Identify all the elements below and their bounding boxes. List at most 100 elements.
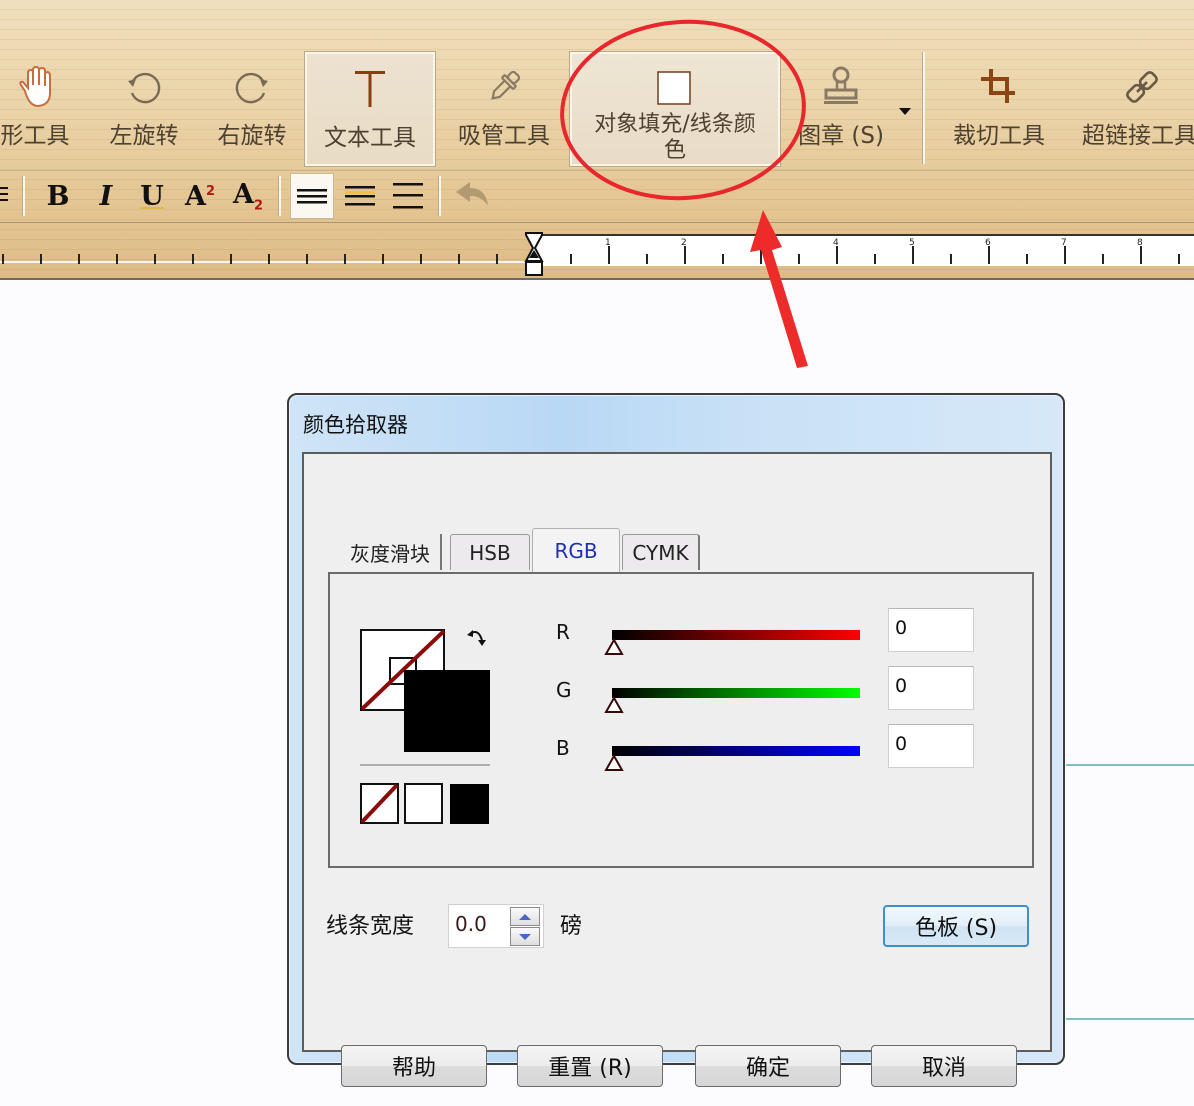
document-line bbox=[1066, 1018, 1194, 1020]
button-label: 确定 bbox=[745, 1056, 790, 1081]
align-left-icon[interactable] bbox=[0, 184, 8, 208]
palette-button[interactable]: 色板 (S) bbox=[883, 905, 1029, 947]
tab-rgb[interactable]: RGB bbox=[532, 528, 620, 572]
tool-label-line1: 对象填充/线条颜 bbox=[594, 112, 756, 137]
tool-hand[interactable]: 形工具 bbox=[0, 52, 80, 166]
channel-value-input-g[interactable]: 0 bbox=[888, 666, 974, 710]
channel-slider-b[interactable] bbox=[612, 746, 860, 756]
ok-button[interactable]: 确定 bbox=[695, 1045, 841, 1087]
toolbar-separator bbox=[278, 176, 281, 216]
italic-icon: I bbox=[99, 180, 113, 212]
ruler-tick bbox=[382, 254, 384, 264]
ruler-tick bbox=[230, 254, 232, 264]
white-swatch[interactable] bbox=[404, 783, 443, 824]
ruler-tick bbox=[420, 254, 422, 264]
indent-marker-handle[interactable] bbox=[524, 232, 544, 276]
line-spacing-wide-icon bbox=[393, 183, 423, 209]
channel-label-b: B bbox=[556, 736, 570, 760]
channel-value-input-b[interactable]: 0 bbox=[888, 724, 974, 768]
tool-label: 图章 (S) bbox=[798, 123, 884, 149]
tool-fill-stroke-color[interactable]: 对象填充/线条颜 色 bbox=[569, 51, 781, 167]
ruler-tick bbox=[306, 254, 308, 264]
no-color-swatch[interactable] bbox=[360, 783, 399, 824]
ruler-tick bbox=[344, 254, 346, 264]
ruler-number: 6 bbox=[985, 238, 991, 248]
italic-button[interactable]: I bbox=[84, 173, 128, 219]
ruler-tick bbox=[496, 254, 498, 264]
main-toolbar: 形工具 左旋转 右旋转 文本工具 吸管工具 对象填充/线条颜 色 图章 (S) … bbox=[0, 0, 1194, 280]
tab-cymk[interactable]: CYMK bbox=[622, 534, 700, 570]
line-spacing-1-button[interactable] bbox=[338, 173, 382, 219]
ruler-tick bbox=[40, 254, 42, 264]
tool-label: 左旋转 bbox=[109, 123, 179, 149]
slider-thumb-r[interactable] bbox=[604, 638, 624, 656]
line-width-increment[interactable] bbox=[510, 907, 540, 926]
cancel-button[interactable]: 取消 bbox=[871, 1045, 1017, 1087]
button-label: 色板 (S) bbox=[914, 916, 998, 941]
line-width-decrement[interactable] bbox=[510, 927, 540, 946]
stamp-dropdown-arrow-icon[interactable] bbox=[898, 102, 912, 121]
color-picker-dialog: 颜色拾取器 灰度滑块 HSB RGB CYMK R 0 G 0 B 0 线条宽度… bbox=[287, 393, 1065, 1087]
tool-crop[interactable]: 裁切工具 bbox=[944, 52, 1054, 166]
ruler-number: 3 bbox=[757, 238, 763, 248]
channel-slider-g[interactable] bbox=[612, 688, 860, 698]
dialog-body: 灰度滑块 HSB RGB CYMK R 0 G 0 B 0 线条宽度 0.0 磅… bbox=[302, 452, 1052, 1087]
slider-thumb-g[interactable] bbox=[604, 696, 624, 714]
button-label: 重置 (R) bbox=[548, 1056, 632, 1081]
align-justify-button[interactable] bbox=[290, 173, 334, 219]
tab-hsb[interactable]: HSB bbox=[450, 534, 530, 570]
slider-thumb-b[interactable] bbox=[604, 754, 624, 772]
button-label: 帮助 bbox=[391, 1056, 436, 1081]
subscript-button[interactable]: A2 bbox=[226, 173, 270, 219]
chevron-up-icon bbox=[519, 913, 531, 920]
line-spacing-2-button[interactable] bbox=[386, 173, 430, 219]
ruler[interactable]: 1 2 3 4 5 6 7 8 bbox=[0, 232, 1194, 276]
underline-button[interactable]: U bbox=[130, 173, 174, 219]
tab-label: RGB bbox=[554, 538, 598, 563]
ruler-tick bbox=[912, 246, 914, 264]
tool-text[interactable]: 文本工具 bbox=[304, 51, 436, 167]
tab-label: 灰度滑块 bbox=[350, 541, 430, 566]
tool-row: 形工具 左旋转 右旋转 文本工具 吸管工具 对象填充/线条颜 色 图章 (S) … bbox=[0, 51, 1194, 167]
undo-icon[interactable] bbox=[452, 180, 492, 216]
ruler-number: 7 bbox=[1061, 238, 1067, 248]
ruler-tick bbox=[1026, 254, 1028, 264]
tool-hyperlink[interactable]: 超链接工具 bbox=[1082, 52, 1194, 166]
bold-button[interactable]: B bbox=[36, 173, 80, 219]
tab-label: CYMK bbox=[632, 540, 689, 565]
ruler-tick bbox=[1140, 246, 1142, 264]
crop-icon bbox=[979, 58, 1019, 116]
tool-rotate-left[interactable]: 左旋转 bbox=[98, 52, 190, 166]
swap-colors-icon[interactable] bbox=[466, 626, 490, 654]
ruler-tick bbox=[1178, 254, 1180, 264]
bold-icon: B bbox=[46, 180, 70, 212]
fill-color-swatch[interactable] bbox=[404, 670, 490, 752]
ruler-tick bbox=[570, 254, 572, 264]
tool-rotate-right[interactable]: 右旋转 bbox=[206, 52, 298, 166]
superscript-button[interactable]: A2 bbox=[178, 173, 222, 219]
ruler-tick bbox=[646, 254, 648, 264]
divider bbox=[0, 222, 1194, 223]
line-width-unit: 磅 bbox=[560, 914, 583, 939]
help-button[interactable]: 帮助 bbox=[341, 1045, 487, 1087]
stamp-icon bbox=[821, 58, 861, 116]
line-spacing-icon bbox=[345, 186, 375, 206]
ruler-tick bbox=[458, 254, 460, 264]
tool-label: 吸管工具 bbox=[458, 123, 550, 149]
ruler-tick bbox=[950, 254, 952, 264]
channel-slider-r[interactable] bbox=[612, 630, 860, 640]
black-swatch[interactable] bbox=[450, 784, 489, 824]
toolbar-separator bbox=[22, 176, 25, 216]
tool-stamp[interactable]: 图章 (S) bbox=[796, 52, 886, 166]
tab-grayscale[interactable]: 灰度滑块 bbox=[340, 534, 442, 570]
rgb-panel: R 0 G 0 B 0 bbox=[328, 572, 1034, 868]
chevron-down-icon bbox=[519, 933, 531, 940]
ruler-body bbox=[533, 234, 1194, 266]
tool-eyedropper[interactable]: 吸管工具 bbox=[448, 52, 560, 166]
tab-label: HSB bbox=[469, 540, 511, 565]
channel-value-input-r[interactable]: 0 bbox=[888, 608, 974, 652]
button-label: 取消 bbox=[921, 1056, 966, 1081]
ruler-tick bbox=[78, 254, 80, 264]
reset-button[interactable]: 重置 (R) bbox=[517, 1045, 663, 1087]
link-icon bbox=[1122, 58, 1162, 116]
